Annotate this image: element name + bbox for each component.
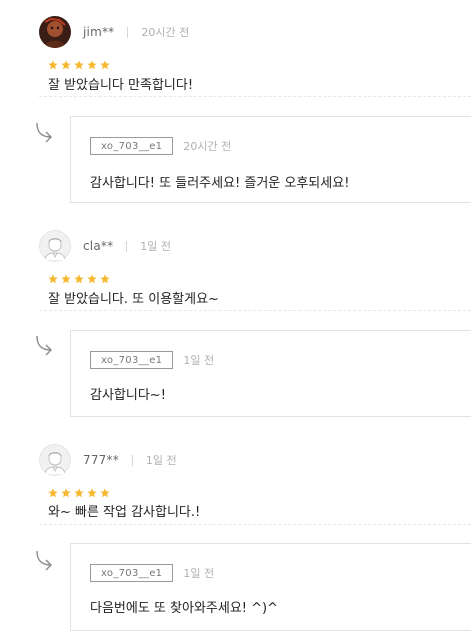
- divider: [39, 524, 471, 525]
- divider: [131, 454, 133, 466]
- star-icon: [100, 274, 110, 284]
- star-icon: [87, 488, 97, 498]
- divider: [39, 96, 471, 97]
- star-icon: [48, 274, 58, 284]
- star-icon: [48, 60, 58, 70]
- reply-time: 1일 전: [183, 567, 215, 580]
- star-icon: [100, 488, 110, 498]
- star-icon: [74, 60, 84, 70]
- star-icon: [61, 60, 71, 70]
- reply-header: xo_703__e1 20시간 전: [90, 137, 231, 155]
- star-icon: [61, 274, 71, 284]
- star-icon: [100, 60, 110, 70]
- reply-time: 1일 전: [183, 354, 215, 367]
- star-icon: [87, 60, 97, 70]
- reply-time: 20시간 전: [183, 140, 232, 153]
- review-username: cla**: [83, 239, 114, 253]
- review-header: cla** 1일 전: [39, 229, 171, 263]
- reply-header: xo_703__e1 1일 전: [90, 564, 214, 582]
- review-text: 잘 받았습니다 만족합니다!: [48, 78, 194, 93]
- seller-reply: xo_703__e1 1일 전 감사합니다~!: [70, 330, 471, 417]
- star-icon: [61, 488, 71, 498]
- divider: [127, 26, 129, 38]
- star-icon: [87, 274, 97, 284]
- star-icon: [74, 274, 84, 284]
- review-username: jim**: [83, 25, 115, 39]
- review-header: jim** 20시간 전: [39, 15, 189, 49]
- rating-stars: [48, 274, 110, 284]
- reply-text: 감사합니다! 또 들러주세요! 즐거운 오후되세요!: [90, 176, 350, 191]
- seller-name-badge: xo_703__e1: [90, 137, 174, 155]
- review-text: 잘 받았습니다. 또 이용할게요~: [48, 292, 219, 307]
- reply-text: 다음번에도 또 찾아와주세요! ^)^: [90, 601, 278, 616]
- star-icon: [48, 488, 58, 498]
- review-header: 777** 1일 전: [39, 443, 177, 477]
- divider: [126, 240, 128, 252]
- review-text: 와~ 빠른 작업 감사합니다.!: [48, 505, 201, 520]
- user-avatar: [39, 230, 71, 262]
- seller-reply: xo_703__e1 20시간 전 감사합니다! 또 들러주세요! 즐거운 오후…: [70, 116, 471, 203]
- review-time: 1일 전: [140, 240, 172, 253]
- reply-text: 감사합니다~!: [90, 388, 166, 403]
- review-time: 1일 전: [145, 454, 177, 467]
- review-username: 777**: [83, 453, 119, 467]
- reply-arrow-icon: [36, 550, 52, 571]
- divider: [39, 310, 471, 311]
- user-avatar: [39, 444, 71, 476]
- user-avatar: [39, 16, 71, 48]
- rating-stars: [48, 488, 110, 498]
- reply-arrow-icon: [36, 335, 52, 356]
- seller-name-badge: xo_703__e1: [90, 351, 174, 369]
- seller-reply: xo_703__e1 1일 전 다음번에도 또 찾아와주세요! ^)^: [70, 543, 471, 631]
- review-time: 20시간 전: [141, 26, 190, 39]
- star-icon: [74, 488, 84, 498]
- reply-arrow-icon: [36, 122, 52, 143]
- reply-header: xo_703__e1 1일 전: [90, 351, 214, 369]
- rating-stars: [48, 60, 110, 70]
- seller-name-badge: xo_703__e1: [90, 564, 174, 582]
